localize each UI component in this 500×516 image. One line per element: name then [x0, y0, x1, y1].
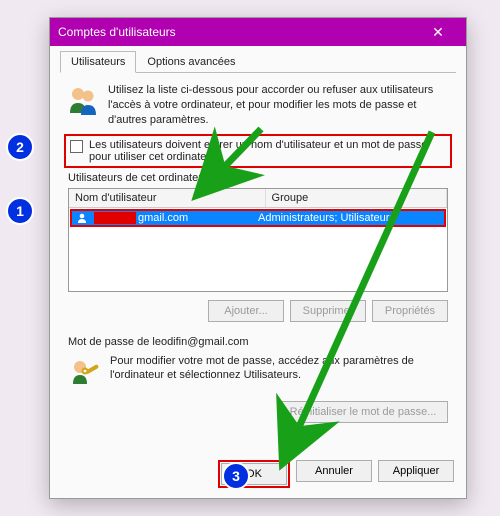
intro-row: Utilisez la liste ci-dessous pour accord…: [60, 73, 456, 128]
user-name-censored: xxxxxxxx: [94, 212, 136, 224]
annotation-badge-3: 3: [222, 462, 250, 490]
require-password-label: Les utilisateurs doivent entrer un nom d…: [89, 139, 446, 163]
user-row[interactable]: xxxxxxxx gmail.com Administrateurs; Util…: [70, 209, 446, 227]
user-list-heading: Utilisateurs de cet ordinateur :: [68, 172, 448, 184]
require-password-row[interactable]: Les utilisateurs doivent entrer un nom d…: [64, 134, 452, 168]
password-section: Mot de passe de leodifin@gmail.com Pour …: [68, 336, 448, 391]
add-user-button[interactable]: Ajouter...: [208, 300, 284, 322]
annotation-badge-1: 1: [6, 197, 34, 225]
user-accounts-dialog: Comptes d'utilisateurs ✕ Utilisateurs Op…: [49, 17, 467, 499]
intro-text: Utilisez la liste ci-dessous pour accord…: [108, 83, 450, 128]
require-password-checkbox[interactable]: [70, 140, 83, 153]
dialog-buttons: OK Annuler Appliquer: [218, 460, 454, 488]
column-group[interactable]: Groupe: [266, 189, 447, 207]
password-section-body: Pour modifier votre mot de passe, accéde…: [110, 354, 448, 384]
close-button[interactable]: ✕: [418, 21, 458, 43]
password-section-title: Mot de passe de leodifin@gmail.com: [68, 336, 448, 348]
window-title: Comptes d'utilisateurs: [58, 25, 418, 39]
users-icon: [66, 83, 100, 117]
user-head-icon: [75, 211, 89, 225]
user-list[interactable]: Nom d'utilisateur Groupe xxxxxxxx gmail.…: [68, 188, 448, 292]
reset-password-row: Réinitialiser le mot de passe...: [68, 401, 448, 423]
reset-password-button[interactable]: Réinitialiser le mot de passe...: [278, 401, 448, 423]
key-icon: [68, 354, 102, 391]
tab-users[interactable]: Utilisateurs: [60, 51, 136, 73]
user-list-buttons: Ajouter... Supprimer Propriétés: [68, 300, 448, 322]
tab-strip: Utilisateurs Options avancées: [60, 50, 456, 73]
column-username[interactable]: Nom d'utilisateur: [69, 189, 266, 207]
cancel-button[interactable]: Annuler: [296, 460, 372, 482]
user-row-group: Administrateurs; Utilisateurs: [258, 212, 395, 224]
apply-button[interactable]: Appliquer: [378, 460, 454, 482]
client-area: Utilisateurs Options avancées Utilisez l…: [50, 50, 466, 433]
user-properties-button[interactable]: Propriétés: [372, 300, 448, 322]
user-name-suffix: gmail.com: [138, 212, 188, 224]
titlebar[interactable]: Comptes d'utilisateurs ✕: [50, 18, 466, 46]
remove-user-button[interactable]: Supprimer: [290, 300, 366, 322]
close-icon: ✕: [432, 24, 444, 41]
tab-advanced[interactable]: Options avancées: [136, 51, 246, 73]
user-list-header: Nom d'utilisateur Groupe: [69, 189, 447, 208]
user-row-name: xxxxxxxx gmail.com: [72, 211, 258, 225]
annotation-badge-2: 2: [6, 133, 34, 161]
